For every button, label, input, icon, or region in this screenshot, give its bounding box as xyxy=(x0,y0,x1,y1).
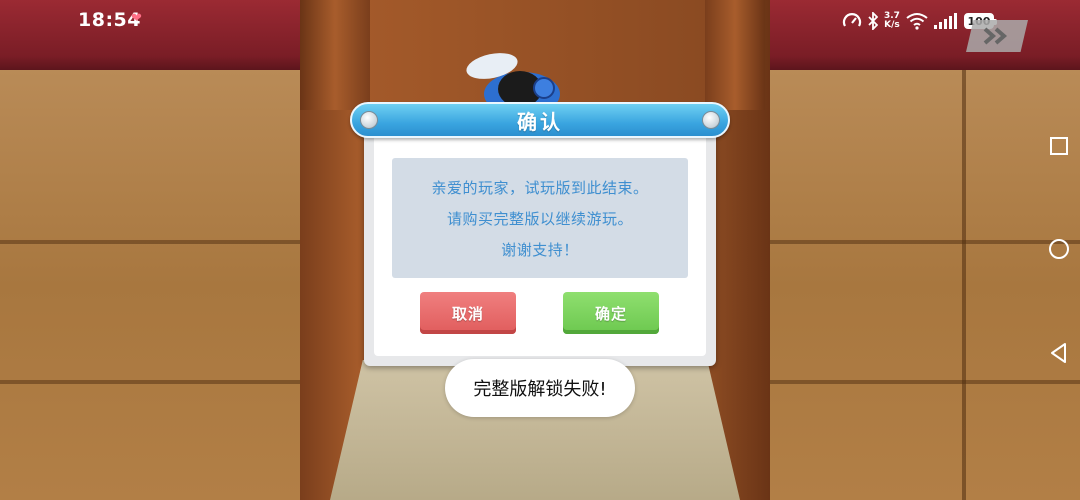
rivet-left xyxy=(360,111,378,129)
confirm-button[interactable]: 确定 xyxy=(563,292,659,334)
toast-message: 完整版解锁失败! xyxy=(445,359,635,417)
net-speed: 3.7 K/s xyxy=(884,12,900,30)
dialog-message-box: 亲爱的玩家，试玩版到此结束。 请购买完整版以继续游玩。 谢谢支持！ xyxy=(392,158,688,278)
status-icons: 3.7 K/s 100 xyxy=(842,10,997,32)
wifi-icon xyxy=(906,13,928,30)
skip-button[interactable] xyxy=(966,20,1028,52)
speedometer-icon xyxy=(842,13,862,27)
home-button[interactable] xyxy=(1046,236,1072,262)
message-line: 请购买完整版以继续游玩。 xyxy=(446,209,633,228)
cancel-button[interactable]: 取消 xyxy=(420,292,516,334)
rivet-right xyxy=(702,111,720,129)
recent-apps-button[interactable] xyxy=(1046,133,1072,159)
bluetooth-icon xyxy=(868,12,878,30)
fast-forward-icon xyxy=(983,27,1008,45)
heart-icon: ❤ xyxy=(131,11,142,26)
signal-icon xyxy=(933,13,957,29)
status-bar: 18:54 ❤ 3.7 K/s 100 xyxy=(0,0,1080,40)
message-line: 谢谢支持！ xyxy=(501,240,579,259)
dialog-title: 确认 xyxy=(517,109,563,134)
message-line: 亲爱的玩家，试玩版到此结束。 xyxy=(431,178,649,197)
net-speed-unit: K/s xyxy=(884,20,900,30)
dialog-title-bar: 确认 xyxy=(350,102,730,138)
back-button[interactable] xyxy=(1046,340,1072,366)
